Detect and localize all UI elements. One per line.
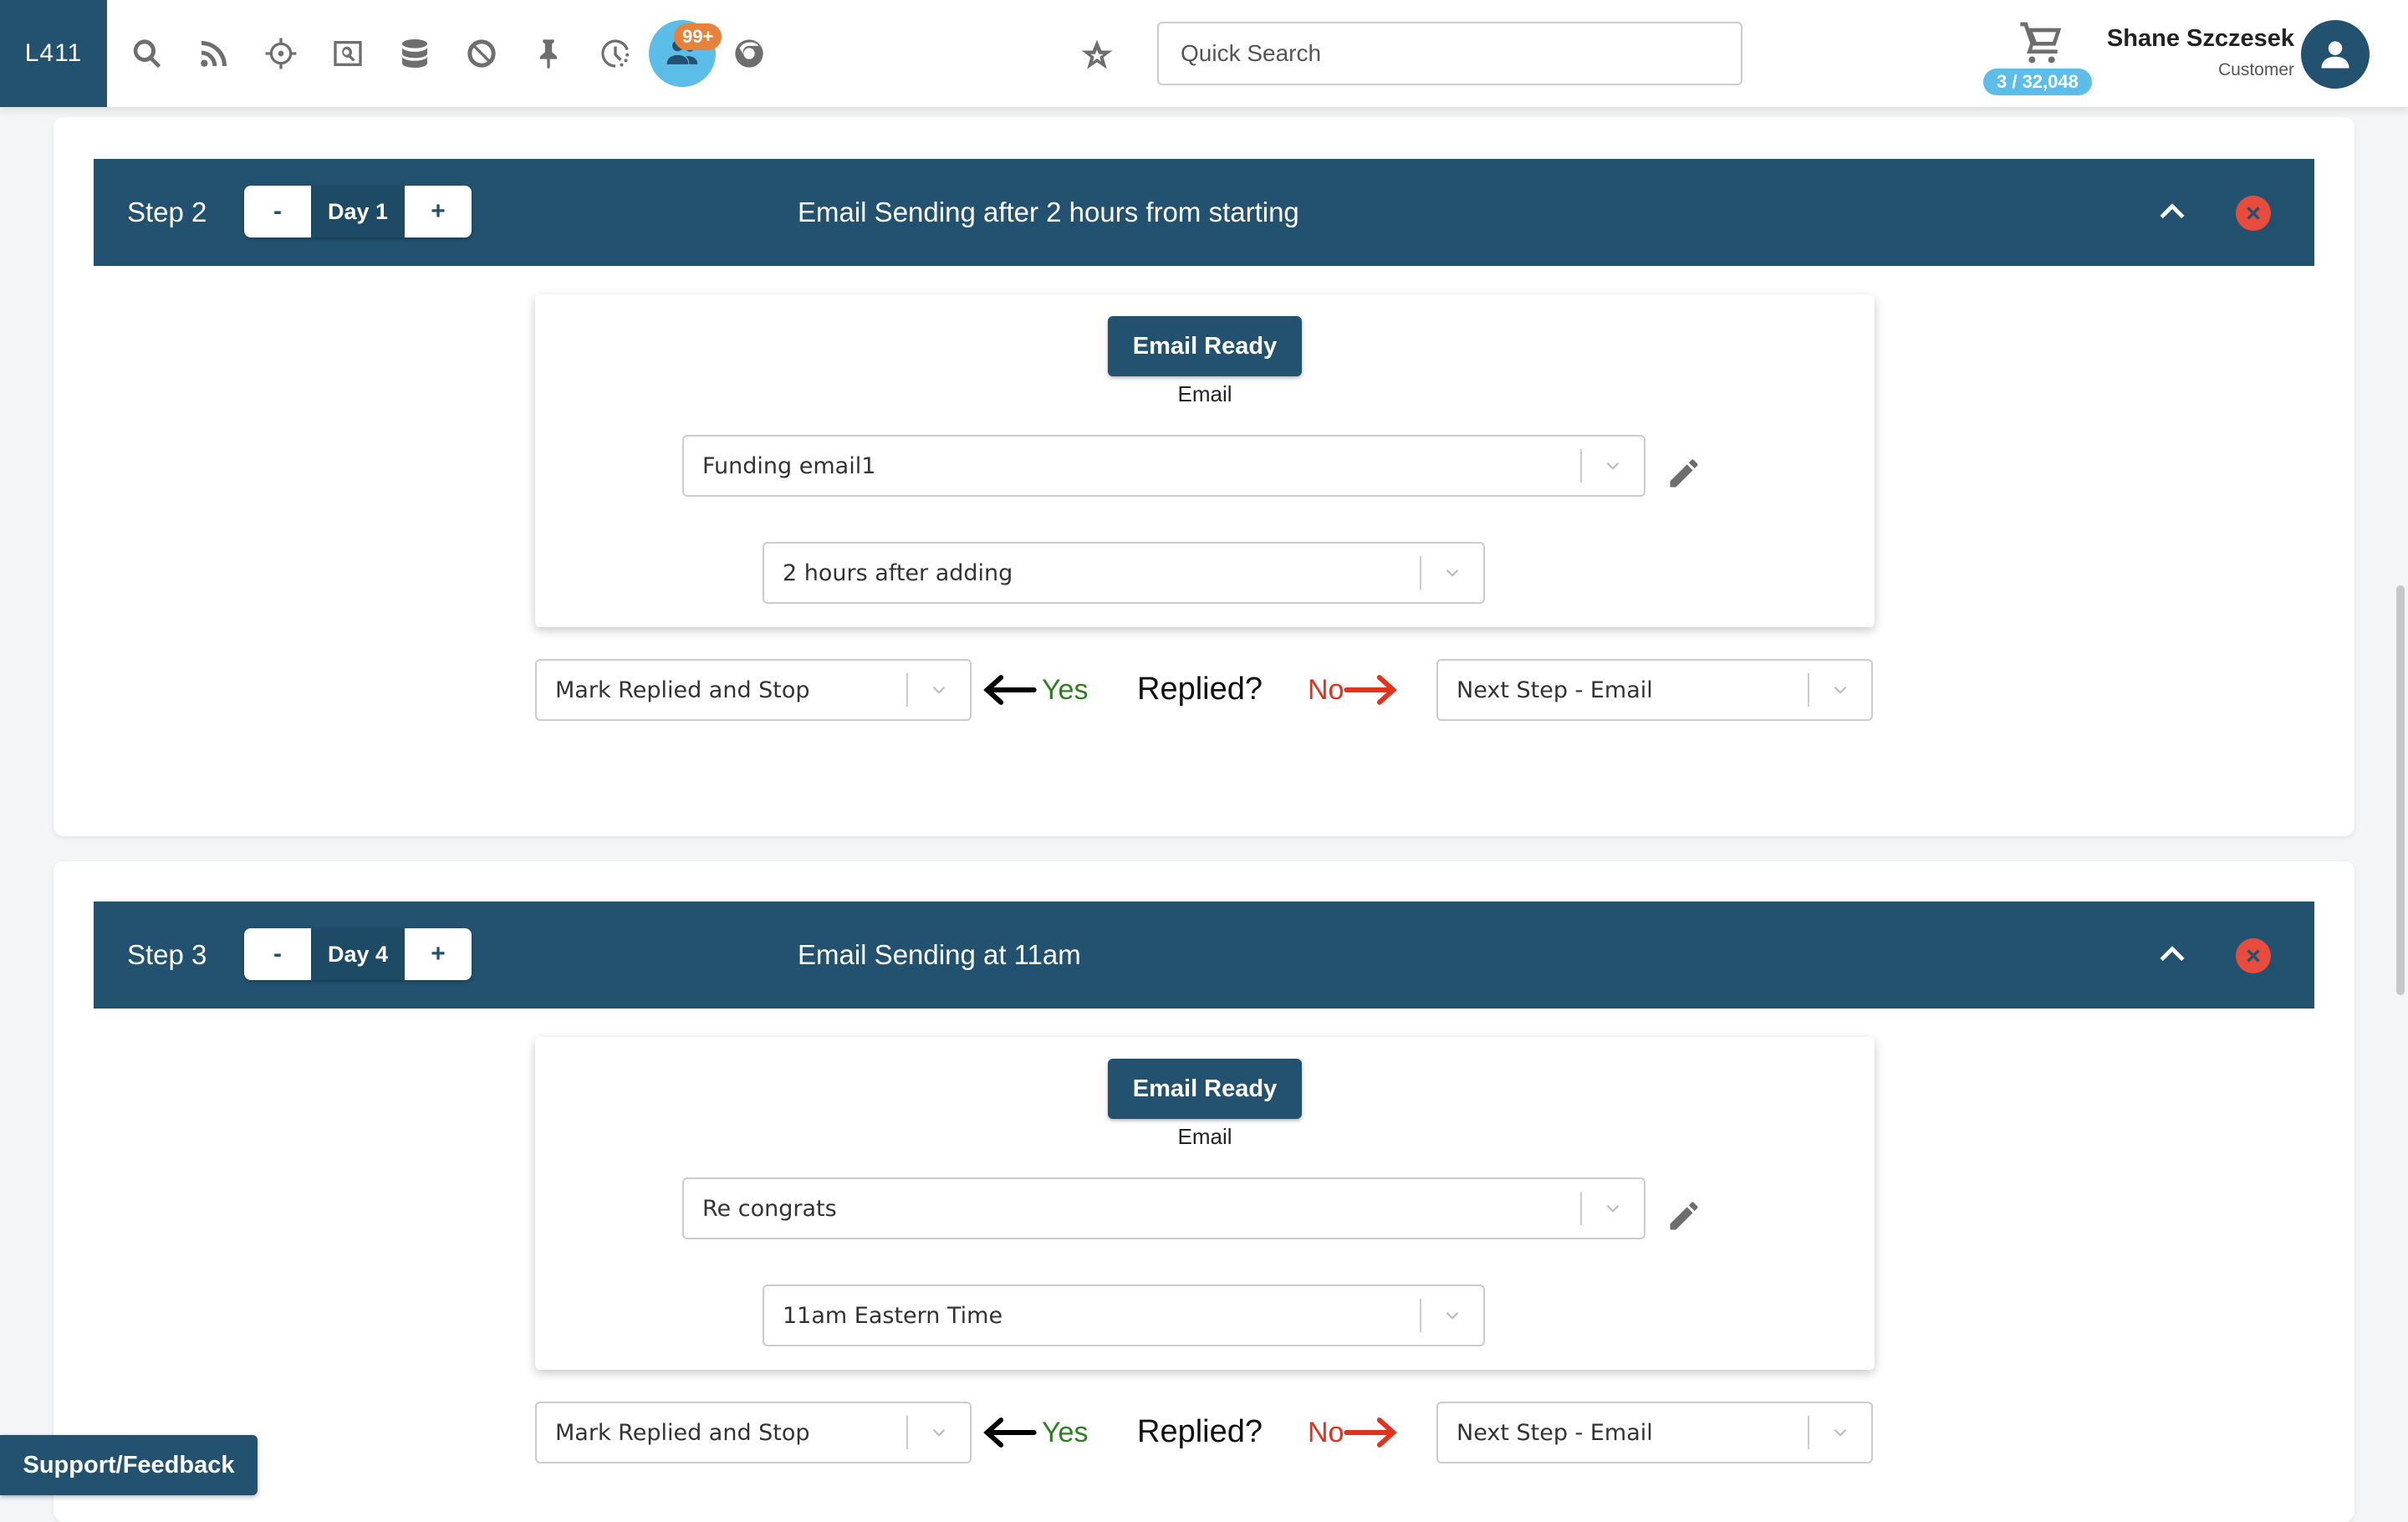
chevron-down-icon[interactable] <box>1421 562 1483 584</box>
replied-no-action-select[interactable]: Next Step - Email <box>1436 1402 1873 1463</box>
email-template-select[interactable]: Funding email1 <box>682 435 1645 497</box>
replied-yes-action-select[interactable]: Mark Replied and Stop <box>535 1402 972 1463</box>
no-branch: No <box>1308 659 1399 721</box>
cart-count-badge: 3 / 32,048 <box>1983 69 2092 95</box>
yes-label: Yes <box>1042 1416 1089 1448</box>
block-icon[interactable] <box>462 33 502 74</box>
replied-question: Replied? <box>1137 1414 1263 1449</box>
arrow-left-icon <box>983 1417 1037 1448</box>
day-increment-button[interactable]: + <box>405 928 472 980</box>
select-value: 11am Eastern Time <box>783 1302 1003 1329</box>
yes-branch: Yes <box>982 659 1088 721</box>
timing-select[interactable]: 11am Eastern Time <box>763 1285 1485 1346</box>
replied-no-action-select[interactable]: Next Step - Email <box>1436 659 1873 721</box>
notification-badge: 99+ <box>674 23 722 50</box>
day-value: Day 1 <box>311 186 405 237</box>
chevron-down-icon[interactable] <box>908 679 970 701</box>
day-increment-button[interactable]: + <box>405 186 472 237</box>
select-value: Mark Replied and Stop <box>555 1419 810 1446</box>
pin-icon[interactable] <box>528 33 569 74</box>
no-label: No <box>1308 1416 1344 1448</box>
remove-step-button[interactable] <box>2236 938 2271 973</box>
database-icon[interactable] <box>395 33 435 74</box>
user-role: Customer <box>2217 60 2294 79</box>
email-ready-button[interactable]: Email Ready <box>1108 316 1302 376</box>
step-header: Step 3 - Day 4 + Email Sending at 11am <box>94 901 2314 1009</box>
replied-yes-action-select[interactable]: Mark Replied and Stop <box>535 659 972 721</box>
yes-branch: Yes <box>982 1402 1088 1463</box>
select-value: Next Step - Email <box>1457 1419 1653 1446</box>
cart-icon[interactable] <box>2018 18 2065 65</box>
select-value: Next Step - Email <box>1457 677 1653 703</box>
step-title: Email Sending at 11am <box>798 939 1081 970</box>
quick-search-input[interactable] <box>1157 22 1742 85</box>
search-icon[interactable] <box>127 33 167 74</box>
day-stepper: - Day 1 + <box>244 186 472 237</box>
email-template-select[interactable]: Re congrats <box>682 1177 1645 1239</box>
chevron-up-icon[interactable] <box>2154 194 2191 231</box>
close-icon <box>2247 207 2260 220</box>
timing-select[interactable]: 2 hours after adding <box>763 542 1485 604</box>
arrow-right-icon <box>1344 675 1398 705</box>
chevron-down-icon[interactable] <box>908 1422 970 1443</box>
top-bar: L411 99+ 3 / 32,048 Shane Szczesek Custo… <box>0 0 2408 107</box>
day-decrement-button[interactable]: - <box>244 186 311 237</box>
arrow-left-icon <box>983 675 1037 705</box>
replied-question: Replied? <box>1137 672 1263 707</box>
chevron-down-icon[interactable] <box>1421 1305 1483 1326</box>
email-action-panel: Email Ready Email Re congrats 11am Easte… <box>535 1037 1875 1370</box>
edit-pencil-icon[interactable] <box>1666 1198 1702 1234</box>
arrow-right-icon <box>1344 1417 1398 1448</box>
step-label: Step 2 <box>127 197 207 227</box>
step-label: Step 3 <box>127 939 207 970</box>
close-icon <box>2247 949 2260 963</box>
day-value: Day 4 <box>311 928 405 980</box>
select-value: Mark Replied and Stop <box>555 677 810 703</box>
crosshair-icon[interactable] <box>261 33 301 74</box>
edit-pencil-icon[interactable] <box>1666 455 1702 492</box>
select-value: Funding email1 <box>702 452 876 479</box>
support-feedback-button[interactable]: Support/Feedback <box>0 1435 258 1495</box>
step-title: Email Sending after 2 hours from startin… <box>798 197 1299 227</box>
action-type-label: Email <box>1177 381 1232 406</box>
day-decrement-button[interactable]: - <box>244 928 311 980</box>
yes-label: Yes <box>1042 673 1089 706</box>
no-branch: No <box>1308 1402 1399 1463</box>
user-icon <box>2321 41 2349 69</box>
history-icon[interactable] <box>595 33 635 74</box>
chevron-down-icon[interactable] <box>1809 679 1871 701</box>
step-header: Step 2 - Day 1 + Email Sending after 2 h… <box>94 159 2314 266</box>
chevron-down-icon[interactable] <box>1582 1198 1644 1219</box>
email-action-panel: Email Ready Email Funding email1 2 hours… <box>535 294 1875 627</box>
chevron-up-icon[interactable] <box>2154 937 2191 973</box>
chevron-down-icon[interactable] <box>1582 455 1644 477</box>
screen-search-icon[interactable] <box>328 33 368 74</box>
no-label: No <box>1308 673 1344 706</box>
rss-icon[interactable] <box>194 33 234 74</box>
avatar[interactable] <box>2301 20 2370 89</box>
user-name: Shane Szczesek <box>2106 25 2294 52</box>
page-scrollbar[interactable] <box>2396 585 2405 995</box>
chrome-icon[interactable] <box>729 33 769 74</box>
favorite-star-icon[interactable] <box>1079 37 1115 74</box>
day-stepper: - Day 4 + <box>244 928 472 980</box>
select-value: Re congrats <box>702 1195 837 1222</box>
select-value: 2 hours after adding <box>783 559 1013 586</box>
email-ready-button[interactable]: Email Ready <box>1108 1059 1302 1119</box>
app-logo[interactable]: L411 <box>0 0 107 107</box>
remove-step-button[interactable] <box>2236 196 2271 231</box>
chevron-down-icon[interactable] <box>1809 1422 1871 1443</box>
action-type-label: Email <box>1177 1124 1232 1149</box>
